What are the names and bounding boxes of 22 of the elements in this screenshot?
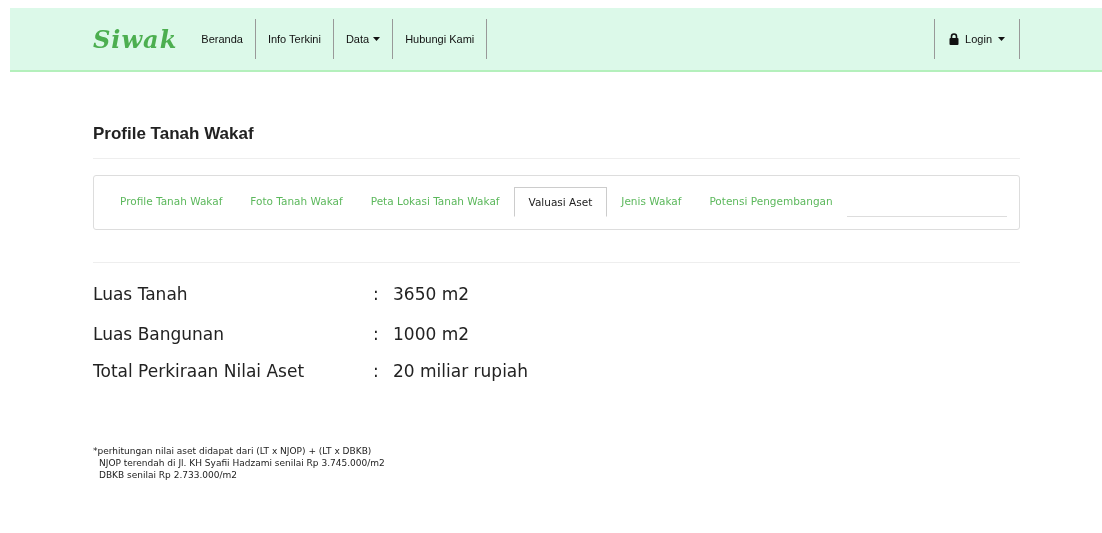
caret-icon	[998, 37, 1005, 41]
detail-value: 3650 m2	[393, 284, 471, 304]
separator: :	[373, 361, 380, 381]
detail-value: 1000 m2	[393, 324, 471, 344]
nav-link[interactable]: Data	[333, 19, 394, 59]
separator: :	[373, 284, 380, 304]
caret-icon	[373, 37, 381, 41]
nav-link[interactable]: Hubungi Kami	[393, 19, 488, 59]
detail-label: Luas Tanah	[93, 284, 189, 304]
tab[interactable]: Valuasi Aset	[513, 187, 608, 217]
nav-link[interactable]: Beranda	[201, 19, 256, 59]
footnote: NJOP terendah di Jl. KH Syafii Hadzami senilai Rp 3.745.000/m2	[98, 457, 386, 469]
separator: :	[373, 324, 380, 344]
login-button[interactable]: Login	[934, 19, 1020, 59]
page-title: Profile Tanah Wakaf	[93, 124, 1020, 159]
footnote: DBKB senilai Rp 2.733.000/m2	[98, 469, 238, 481]
detail-value: 20 miliar rupiah	[393, 361, 530, 381]
footnote: *perhitungan nilai aset didapat dari (LT x NJOP) + (LT x DBKB)	[93, 445, 373, 457]
lock-icon	[949, 33, 960, 45]
detail-label: Luas Bangunan	[93, 324, 225, 344]
detail-label: Total Perkiraan Nilai Aset	[93, 361, 306, 381]
nav-link[interactable]: Info Terkini	[255, 19, 334, 59]
